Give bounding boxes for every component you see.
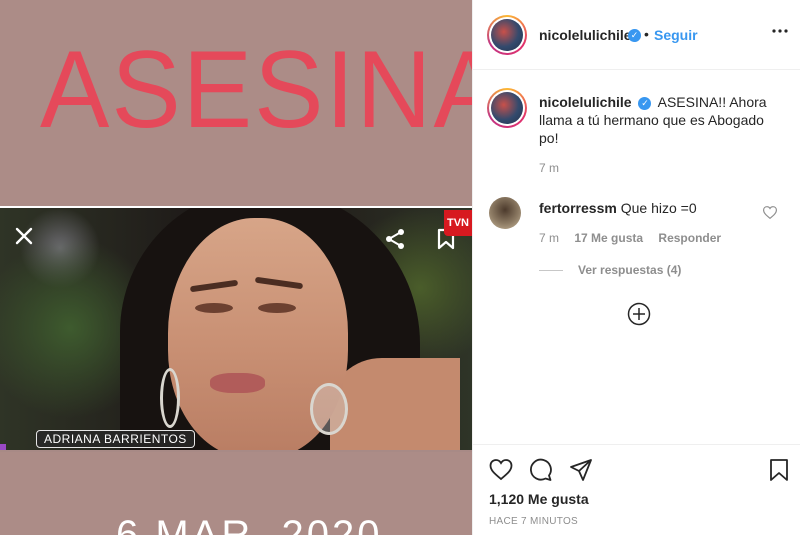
name-tag: ADRIANA BARRIENTOS (36, 430, 195, 448)
load-more-comments-icon[interactable] (627, 302, 651, 326)
replies-divider (539, 270, 563, 271)
follow-button[interactable]: Seguir (654, 27, 698, 43)
comment-time: 7 m (539, 231, 560, 245)
action-bar: 1,120 Me gusta HACE 7 MINUTOS (473, 444, 800, 535)
close-icon[interactable] (14, 226, 34, 246)
comment: fertorressm Que hizo =0 (539, 200, 697, 216)
post-media[interactable]: ASESINA TVN ADRIANA BARRIENTOS 6 MAR. 20… (0, 0, 472, 535)
video-lips (210, 373, 265, 393)
verified-icon: ✓ (638, 97, 652, 110)
channel-badge: TVN (444, 210, 472, 236)
video-earring-right (310, 383, 348, 435)
comment-meta: 7 m 17 Me gusta Responder (539, 231, 733, 245)
video-earring-left (160, 368, 180, 428)
headline-text: ASESINA (40, 29, 472, 151)
heart-icon[interactable] (489, 458, 513, 482)
post-side-panel: nicolelulichile ✓ • Seguir nicolelulichi… (472, 0, 800, 535)
comment-username[interactable]: fertorressm (539, 200, 617, 216)
share-icon[interactable] (569, 458, 593, 482)
comment-like-icon[interactable] (762, 206, 778, 220)
video-person-neck (330, 358, 460, 450)
more-options-icon[interactable] (772, 23, 788, 44)
save-icon[interactable] (767, 458, 791, 482)
share-icon[interactable] (384, 228, 406, 250)
header-avatar[interactable] (487, 15, 527, 55)
header-username[interactable]: nicolelulichile (539, 27, 632, 43)
date-text: 6 MAR. 2020 (116, 513, 383, 535)
comment-text: Que hizo =0 (620, 200, 697, 216)
caption-avatar[interactable] (487, 88, 527, 128)
view-replies-button[interactable]: Ver respuestas (4) (578, 263, 681, 277)
separator-dot: • (644, 26, 649, 42)
video-frame[interactable]: TVN ADRIANA BARRIENTOS (0, 206, 472, 450)
comment-icon[interactable] (529, 458, 553, 482)
caption: nicolelulichile ✓ ASESINA!! Ahora llama … (539, 93, 779, 147)
media-top-banner: ASESINA (0, 0, 472, 206)
comment-likes[interactable]: 17 Me gusta (574, 231, 643, 245)
post-time-ago: HACE 7 MINUTOS (489, 516, 579, 527)
post-header: nicolelulichile ✓ • Seguir (473, 0, 800, 70)
comment-avatar[interactable] (489, 197, 521, 229)
verified-icon: ✓ (628, 29, 641, 42)
reply-button[interactable]: Responder (658, 231, 721, 245)
video-eye-right (258, 303, 296, 313)
video-eye-left (195, 303, 233, 313)
likes-count[interactable]: 1,120 Me gusta (489, 491, 589, 507)
video-left-strip (0, 444, 6, 450)
caption-time: 7 m (539, 161, 560, 175)
caption-username[interactable]: nicolelulichile (539, 94, 632, 110)
